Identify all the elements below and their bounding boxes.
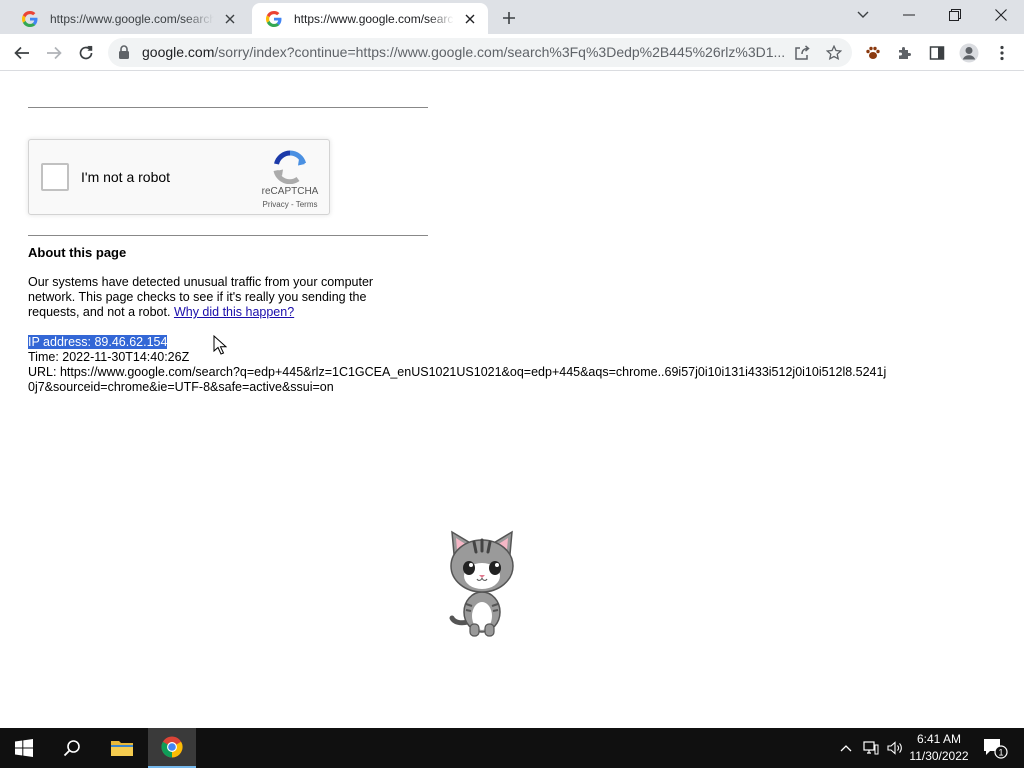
cat-mascot-icon bbox=[449, 530, 514, 637]
tab-strip: https://www.google.com/search?q=edp+445 … bbox=[0, 0, 1024, 34]
arrow-left-icon bbox=[14, 46, 29, 60]
about-text-block: Our systems have detected unusual traffi… bbox=[28, 275, 400, 320]
notification-count: 1 bbox=[998, 748, 1003, 758]
new-tab-button[interactable] bbox=[498, 7, 520, 29]
divider bbox=[28, 235, 428, 236]
back-button[interactable] bbox=[9, 40, 35, 66]
recaptcha-widget: I'm not a robot reCAPTCHA Privacy - Term… bbox=[28, 139, 330, 215]
taskbar-clock[interactable]: 6:41 AM 11/30/2022 bbox=[906, 731, 972, 765]
request-details: IP address: 89.46.62.154 Time: 2022-11-3… bbox=[28, 335, 908, 395]
url-text[interactable]: google.com/sorry/index?continue=https://… bbox=[142, 44, 792, 60]
url-line: URL: https://www.google.com/search?q=edp… bbox=[28, 365, 887, 394]
puzzle-icon bbox=[899, 47, 911, 59]
recaptcha-logo-icon bbox=[273, 150, 307, 184]
windows-logo-icon bbox=[15, 739, 33, 757]
chevron-up-icon bbox=[840, 745, 852, 752]
volume-button[interactable] bbox=[884, 728, 906, 768]
arrow-right-icon bbox=[47, 46, 62, 60]
forward-button[interactable] bbox=[41, 40, 67, 66]
close-icon bbox=[995, 9, 1007, 21]
minimize-icon bbox=[903, 14, 915, 16]
bookmark-star-button[interactable] bbox=[824, 43, 844, 63]
profile-button[interactable] bbox=[956, 40, 982, 66]
link-separator: - bbox=[288, 200, 296, 209]
star-icon bbox=[826, 45, 842, 61]
close-tab-icon[interactable] bbox=[222, 11, 238, 27]
tab-title: https://www.google.com/search?q=edp+445 bbox=[294, 11, 454, 26]
show-hidden-icons-button[interactable] bbox=[836, 728, 856, 768]
share-button[interactable] bbox=[792, 43, 812, 63]
extensions-button[interactable] bbox=[892, 40, 918, 66]
paw-icon bbox=[866, 46, 880, 59]
action-center-button[interactable]: 1 bbox=[978, 728, 1012, 768]
speaker-icon bbox=[887, 741, 902, 755]
about-title: About this page bbox=[28, 245, 127, 260]
url-host: google.com bbox=[142, 44, 215, 60]
clock-date: 11/30/2022 bbox=[909, 749, 969, 763]
recaptcha-checkbox[interactable] bbox=[41, 163, 69, 191]
avatar-icon bbox=[959, 43, 979, 63]
terms-link[interactable]: Terms bbox=[296, 200, 318, 209]
file-explorer-button[interactable] bbox=[98, 728, 146, 768]
network-icon bbox=[863, 741, 879, 755]
share-icon bbox=[795, 45, 810, 60]
windows-taskbar: 6:41 AM 11/30/2022 1 bbox=[0, 728, 1024, 768]
tab-google-search-2[interactable]: https://www.google.com/search?q=edp+445 bbox=[252, 3, 488, 34]
mouse-cursor-icon bbox=[213, 335, 227, 355]
lock-icon[interactable] bbox=[118, 45, 130, 59]
close-tab-icon[interactable] bbox=[462, 11, 478, 27]
plus-icon bbox=[503, 12, 515, 24]
chrome-taskbar-button[interactable] bbox=[148, 728, 196, 768]
network-button[interactable] bbox=[860, 728, 882, 768]
side-panel-icon bbox=[929, 46, 945, 60]
reload-icon bbox=[79, 45, 93, 60]
reload-button[interactable] bbox=[73, 40, 99, 66]
url-path: /sorry/index?continue=https://www.google… bbox=[214, 44, 786, 60]
folder-icon bbox=[111, 741, 133, 756]
google-icon bbox=[22, 10, 38, 27]
time-line: Time: 2022-11-30T14:40:26Z bbox=[28, 350, 190, 364]
google-icon bbox=[266, 10, 282, 27]
tab-title: https://www.google.com/search?q=edp+445 bbox=[50, 11, 214, 26]
minimize-button[interactable] bbox=[886, 0, 932, 30]
extension-paw-button[interactable] bbox=[860, 40, 886, 66]
close-window-button[interactable] bbox=[978, 0, 1024, 30]
start-button[interactable] bbox=[0, 728, 48, 768]
recaptcha-brand: reCAPTCHA bbox=[261, 186, 319, 197]
clock-time: 6:41 AM bbox=[916, 732, 962, 746]
search-icon bbox=[63, 740, 80, 757]
notification-icon: 1 bbox=[984, 739, 1008, 759]
ip-address-line[interactable]: IP address: 89.46.62.154 bbox=[28, 335, 168, 349]
side-panel-button[interactable] bbox=[924, 40, 950, 66]
tab-google-search-1[interactable]: https://www.google.com/search?q=edp+445 bbox=[8, 3, 248, 34]
chevron-down-icon bbox=[857, 11, 869, 18]
kebab-menu-icon bbox=[1000, 45, 1004, 61]
restore-button[interactable] bbox=[932, 0, 978, 30]
recaptcha-links: Privacy - Terms bbox=[255, 200, 325, 209]
page-content: I'm not a robot reCAPTCHA Privacy - Term… bbox=[0, 72, 1024, 728]
tab-search-button[interactable] bbox=[840, 0, 886, 30]
restore-icon bbox=[949, 9, 961, 21]
search-button[interactable] bbox=[48, 728, 96, 768]
recaptcha-label: I'm not a robot bbox=[81, 169, 171, 185]
browser-toolbar: google.com/sorry/index?continue=https://… bbox=[0, 34, 1024, 71]
privacy-link[interactable]: Privacy bbox=[263, 200, 289, 209]
chrome-icon bbox=[161, 736, 183, 758]
address-bar[interactable]: google.com/sorry/index?continue=https://… bbox=[108, 38, 852, 67]
menu-button[interactable] bbox=[989, 40, 1015, 66]
why-link[interactable]: Why did this happen? bbox=[174, 305, 294, 319]
divider bbox=[28, 107, 428, 108]
